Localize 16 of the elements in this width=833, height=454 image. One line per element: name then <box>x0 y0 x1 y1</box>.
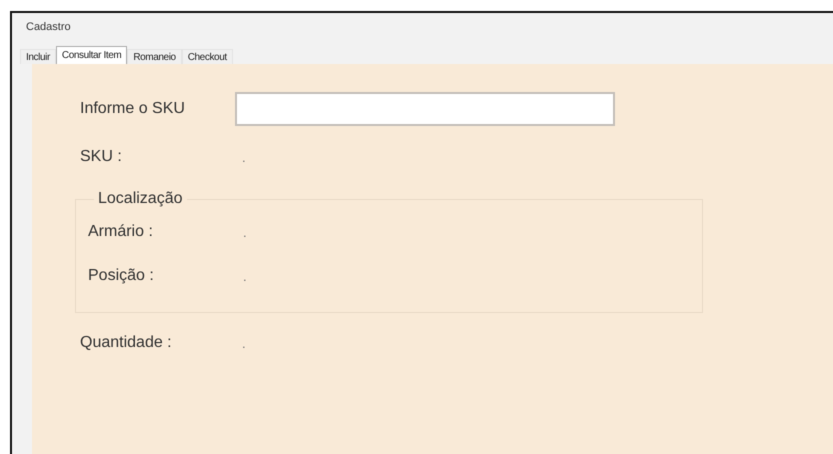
field-label: Quantidade : <box>80 334 173 352</box>
group-title: Localização <box>97 190 184 208</box>
tab[interactable]: Checkout <box>182 49 233 64</box>
field-label: Posição : <box>88 267 155 285</box>
field-value: . <box>243 268 247 284</box>
field-value: . <box>242 150 246 164</box>
field-label: Armário : <box>88 223 154 241</box>
field-label: Informe o SKU <box>80 100 186 118</box>
window-title: Cadastro <box>25 20 72 35</box>
field-value: . <box>243 224 247 240</box>
field-label: SKU : <box>80 148 123 166</box>
tab[interactable]: Consultar Item <box>56 46 128 64</box>
tab[interactable]: Romaneio <box>127 49 182 64</box>
field-value: . <box>242 336 246 350</box>
sku-input-field[interactable] <box>235 92 615 126</box>
tab[interactable]: Incluir <box>20 49 56 64</box>
